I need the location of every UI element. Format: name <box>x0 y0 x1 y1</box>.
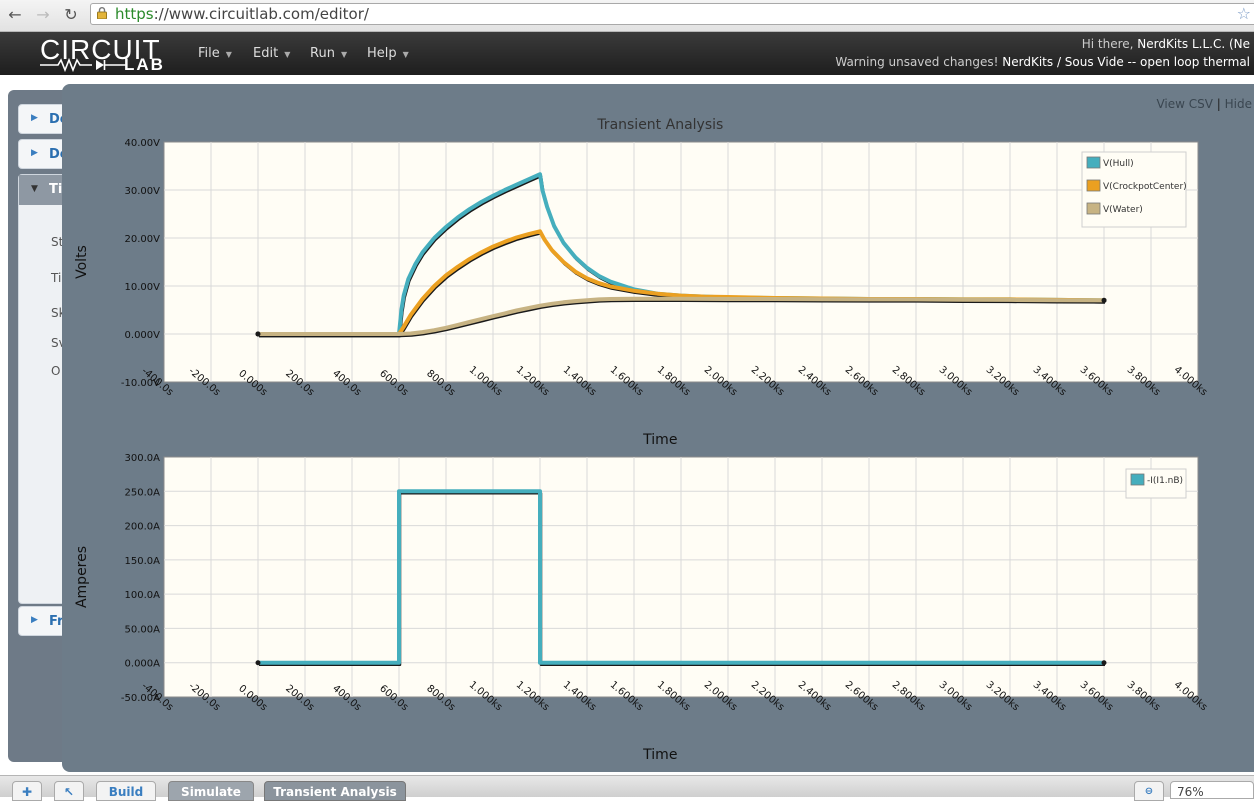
zoom-out-icon[interactable]: ⊖ <box>1134 781 1164 801</box>
menu-help[interactable]: Help ▼ <box>367 46 409 61</box>
url-text: ://www.circuitlab.com/editor/ <box>153 5 369 23</box>
zoom-level-field[interactable]: 76% <box>1170 781 1254 799</box>
url-scheme: https <box>115 5 154 23</box>
project-name[interactable]: Sous Vide -- open loop thermal <box>1065 55 1250 69</box>
y-tick-label: 40.00V <box>125 138 161 149</box>
user-greeting: Hi there, NerdKits L.L.C. (Ne <box>1081 37 1250 51</box>
transient-results-overlay: View CSV | Hide -400.0s -200.0s 0.000s 200.… <box>62 84 1254 772</box>
legend-label: -I(I1.nB) <box>1147 476 1183 486</box>
logo-resistor-icon <box>40 58 126 72</box>
legend-label: V(Hull) <box>1103 159 1134 169</box>
y-tick-label: 250.0A <box>125 487 161 498</box>
legend-swatch <box>1086 179 1101 192</box>
bottom-toolbar: ✚ ↖ Build Simulate Transient Analysis ⊖ … <box>0 775 1254 801</box>
y-tick-label: -50.00A <box>121 693 160 704</box>
y-tick-label: 100.0A <box>125 590 161 601</box>
y-axis-label: Volts <box>74 245 90 279</box>
move-tool-icon[interactable]: ✚ <box>12 781 42 801</box>
transient-analysis-tab[interactable]: Transient Analysis <box>264 781 406 801</box>
browser-toolbar: ← → ↻ https://www.circuitlab.com/editor/… <box>0 0 1254 32</box>
build-tab[interactable]: Build <box>96 781 156 801</box>
forward-arrow-icon[interactable]: → <box>32 4 54 26</box>
sidebar-field-label: O <box>51 364 61 378</box>
menu-file[interactable]: File ▼ <box>198 46 232 61</box>
y-tick-label: 30.00V <box>125 186 161 197</box>
legend-label: V(CrockpotCenter) <box>1103 182 1187 192</box>
menu-run[interactable]: Run ▼ <box>310 46 347 61</box>
transient-analysis-charts: -400.0s -200.0s 0.000s 200.0s 400.0s 600.0s 80… <box>74 117 1209 763</box>
x-axis-label: Time <box>642 747 677 763</box>
triangle-right-icon: ▶ <box>31 148 38 158</box>
caret-down-icon: ▼ <box>225 50 232 59</box>
menu-edit[interactable]: Edit ▼ <box>253 46 290 61</box>
series-point <box>255 660 261 666</box>
reload-icon[interactable]: ↻ <box>60 4 82 26</box>
bookmark-star-icon[interactable]: ☆ <box>1237 4 1251 24</box>
legend-label: V(Water) <box>1103 205 1143 215</box>
app-header: CIRCUIT LAB File ▼ Edit ▼ Run ▼ Help ▼ Hi th… <box>0 32 1254 75</box>
triangle-right-icon: ▶ <box>31 113 38 123</box>
y-axis-label: Amperes <box>74 546 90 608</box>
user-name-link[interactable]: NerdKits L.L.C. (Ne <box>1137 37 1250 51</box>
triangle-down-icon: ▼ <box>31 184 38 194</box>
caret-down-icon: ▼ <box>402 50 409 59</box>
chart-title: Transient Analysis <box>596 117 723 133</box>
y-tick-label: 0.000A <box>125 659 161 670</box>
y-tick-label: 0.000V <box>125 330 161 341</box>
series-point <box>1101 297 1107 303</box>
y-tick-label: 150.0A <box>125 556 161 567</box>
y-tick-label: 10.00V <box>125 282 161 293</box>
caret-down-icon: ▼ <box>340 50 348 59</box>
y-tick-label: 200.0A <box>125 522 161 533</box>
series-point <box>255 331 261 337</box>
y-tick-label: 20.00V <box>125 234 161 245</box>
circuitlab-logo[interactable]: CIRCUIT LAB <box>38 34 178 74</box>
url-bar[interactable]: https://www.circuitlab.com/editor/ ☆ <box>90 3 1254 25</box>
x-axis-label: Time <box>642 432 677 448</box>
simulate-tab[interactable]: Simulate <box>168 781 254 801</box>
y-tick-label: 50.00A <box>125 624 161 635</box>
y-tick-label: 300.0A <box>125 453 161 464</box>
legend-swatch <box>1130 473 1145 486</box>
series-point <box>1101 660 1107 666</box>
legend-swatch <box>1086 202 1101 215</box>
triangle-right-icon: ▶ <box>31 615 38 625</box>
back-arrow-icon[interactable]: ← <box>4 4 26 26</box>
caret-down-icon: ▼ <box>284 50 291 59</box>
pointer-tool-icon[interactable]: ↖ <box>54 781 84 801</box>
logo-text-bottom: LAB <box>124 55 165 74</box>
y-tick-label: -10.00V <box>121 378 160 389</box>
project-owner-link[interactable]: NerdKits <box>1002 55 1053 69</box>
unsaved-warning: Warning unsaved changes! NerdKits / Sous… <box>835 55 1250 69</box>
lock-icon <box>97 7 107 19</box>
legend-swatch <box>1086 156 1101 169</box>
